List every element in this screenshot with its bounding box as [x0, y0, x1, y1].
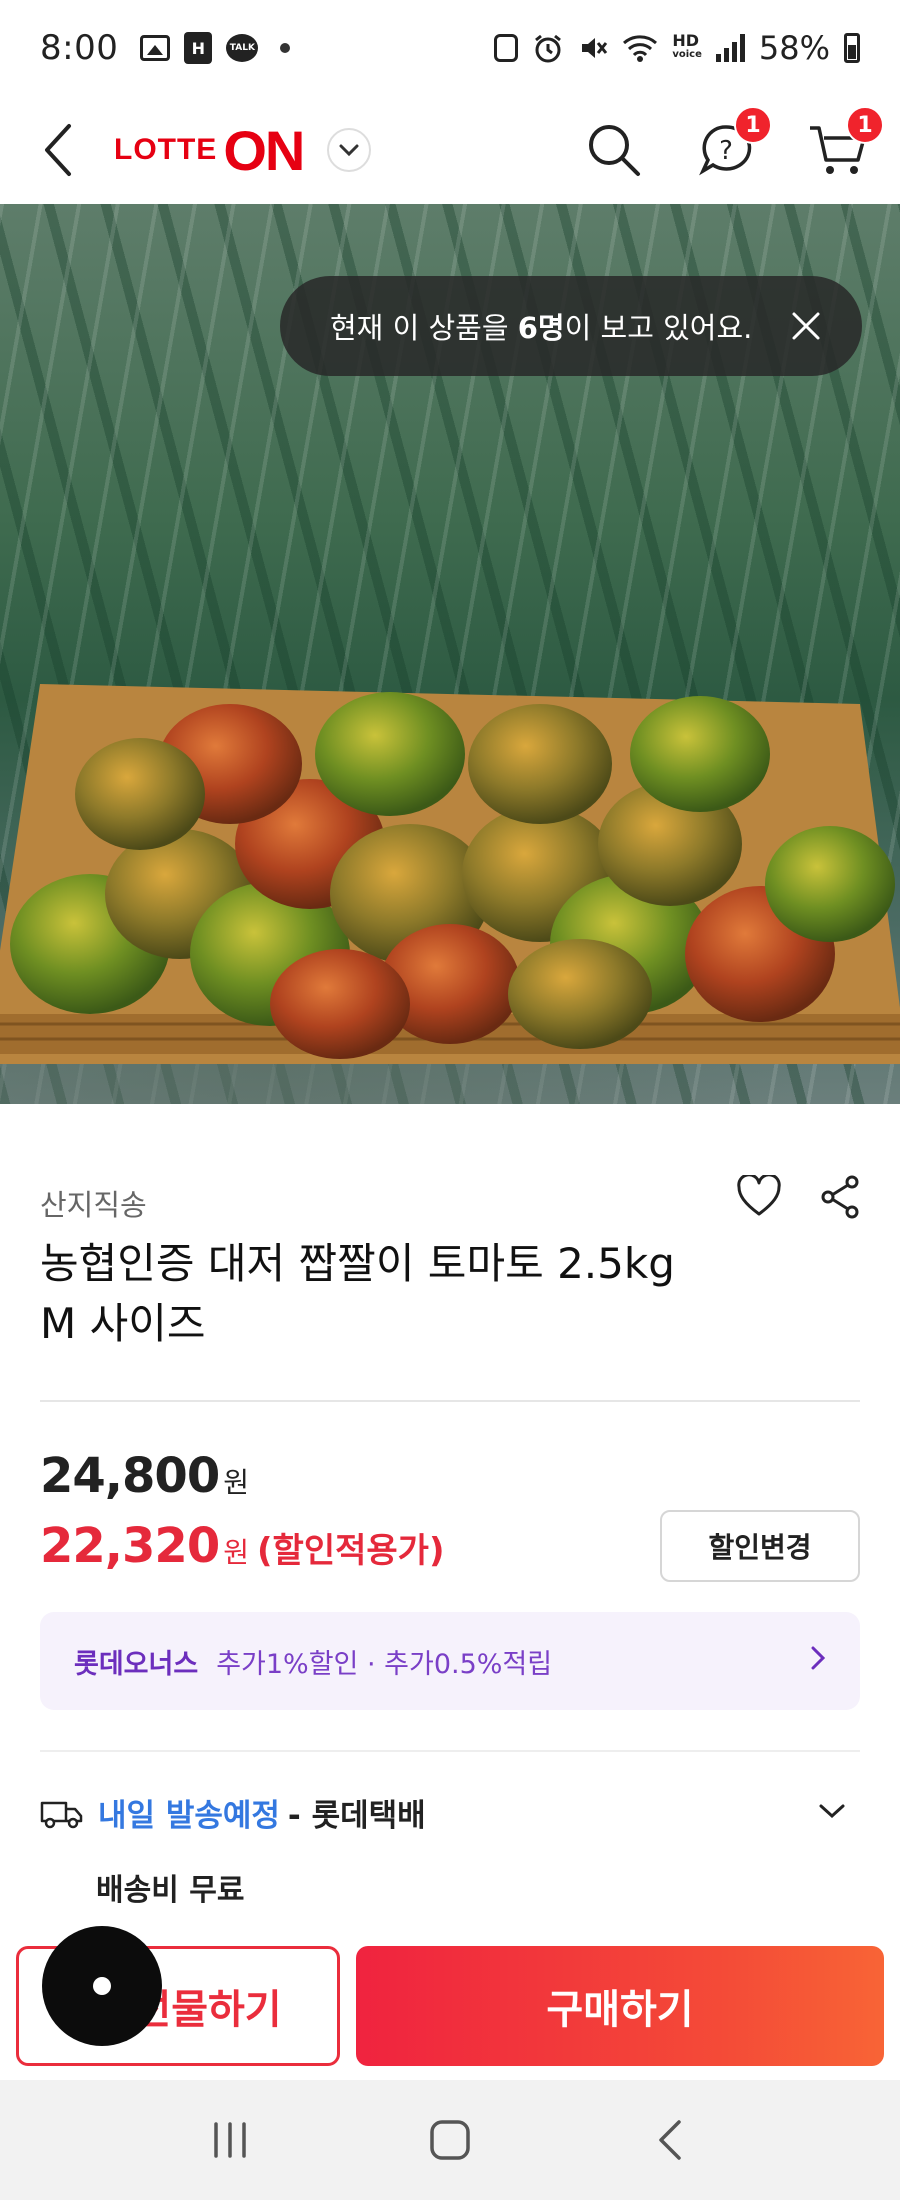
- sale-price: 22,320 원 (할인적용가): [40, 1518, 444, 1574]
- original-price-unit: 원: [223, 1466, 249, 1499]
- assistive-dot-icon: [93, 1977, 111, 1995]
- recent-apps-button[interactable]: [190, 2100, 270, 2180]
- talk-notification-icon: TALK: [226, 34, 259, 62]
- product-info: 산지직송 농협인증 대저 짭짤이 토마토 2.5kg M 사이즈 24,800 원…: [40, 1104, 860, 1909]
- qna-badge: 1: [734, 106, 772, 144]
- status-notification-icons: H TALK: [140, 32, 291, 64]
- system-navigation-bar: [0, 2080, 900, 2200]
- divider: [40, 1750, 860, 1752]
- share-icon: [821, 1175, 859, 1219]
- seller-label[interactable]: 산지직송: [40, 1182, 147, 1224]
- search-button[interactable]: [582, 118, 646, 182]
- shipping-info-row[interactable]: 내일 발송예정 - 롯데택배: [40, 1790, 860, 1835]
- mute-icon: [582, 38, 608, 58]
- product-quick-actions: [736, 1173, 860, 1223]
- divider: [40, 1400, 860, 1402]
- system-back-button[interactable]: [630, 2100, 710, 2180]
- status-system-icons: HD voice 58%: [494, 29, 860, 67]
- top-nav-actions: ? 1 1: [582, 106, 884, 182]
- chevron-right-icon: [810, 1645, 826, 1678]
- lotte-on-logo[interactable]: LOTTE ON: [114, 118, 305, 183]
- more-notifications-dot-icon: [280, 43, 291, 53]
- product-photo-tomatoes: [0, 684, 900, 1064]
- sale-price-unit: 원: [223, 1536, 249, 1569]
- original-price-value: 24,800: [40, 1448, 220, 1504]
- sale-price-value: 22,320: [40, 1518, 220, 1574]
- cart-button[interactable]: 1: [806, 106, 884, 182]
- membership-benefit: 추가1%할인 · 추가0.5%적립: [216, 1648, 553, 1680]
- top-navigation: LOTTE ON ? 1 1: [0, 96, 900, 204]
- truck-icon: [40, 1801, 83, 1828]
- search-icon: [589, 125, 640, 176]
- sale-price-note: (할인적용가): [257, 1531, 445, 1571]
- mall-switch-button[interactable]: [327, 128, 372, 172]
- recent-apps-icon: [214, 2122, 246, 2158]
- buy-button[interactable]: 구매하기: [356, 1946, 884, 2066]
- product-title: 농협인증 대저 짭짤이 토마토 2.5kg M 사이즈: [40, 1239, 675, 1348]
- home-icon: [430, 2120, 470, 2160]
- cart-badge: 1: [846, 106, 884, 144]
- wifi-icon: [623, 35, 658, 62]
- chevron-left-icon: [45, 124, 71, 176]
- seller-row: 산지직송: [40, 1173, 860, 1224]
- change-discount-button[interactable]: 할인변경: [660, 1510, 860, 1582]
- product-image-carousel[interactable]: 현재 이 상품을 6명이 보고 있어요.: [0, 204, 900, 1104]
- battery-percent: 58%: [758, 29, 830, 67]
- share-button[interactable]: [820, 1175, 860, 1223]
- chevron-down-icon: [818, 1803, 846, 1823]
- battery-icon: [844, 33, 860, 63]
- close-icon: [792, 312, 820, 340]
- battery-saver-icon: [494, 34, 519, 62]
- original-price: 24,800 원: [40, 1448, 860, 1504]
- back-icon: [659, 2120, 681, 2160]
- floating-assistive-button[interactable]: [42, 1926, 162, 2046]
- alarm-icon: [535, 34, 562, 63]
- status-bar: 8:00 H TALK HD voice 58%: [0, 0, 900, 96]
- gallery-notification-icon: [140, 35, 171, 61]
- network-type-label: HD voice: [672, 31, 702, 61]
- viewers-notice-toast: 현재 이 상품을 6명이 보고 있어요.: [280, 276, 862, 376]
- back-button[interactable]: [30, 122, 86, 178]
- sale-price-row: 22,320 원 (할인적용가) 할인변경: [40, 1510, 860, 1582]
- shipping-schedule: 내일 발송예정: [98, 1798, 280, 1834]
- shipping-carrier: - 롯데택배: [287, 1798, 426, 1834]
- qna-button[interactable]: ? 1: [694, 106, 772, 182]
- chevron-down-icon: [339, 144, 359, 157]
- status-time: 8:00: [40, 28, 119, 68]
- toast-close-button[interactable]: [786, 306, 826, 346]
- wishlist-button[interactable]: [736, 1173, 782, 1223]
- viewers-notice-text: 현재 이 상품을 6명이 보고 있어요.: [330, 311, 753, 345]
- h-app-notification-icon: H: [184, 32, 213, 64]
- membership-benefit-banner[interactable]: 롯데오너스 추가1%할인 · 추가0.5%적립: [40, 1612, 860, 1710]
- membership-name: 롯데오너스: [74, 1648, 199, 1680]
- signal-icon: [715, 34, 745, 62]
- shipping-fee: 배송비 무료: [96, 1873, 245, 1908]
- svg-text:?: ?: [719, 136, 733, 166]
- heart-icon: [737, 1173, 781, 1216]
- home-button[interactable]: [410, 2100, 490, 2180]
